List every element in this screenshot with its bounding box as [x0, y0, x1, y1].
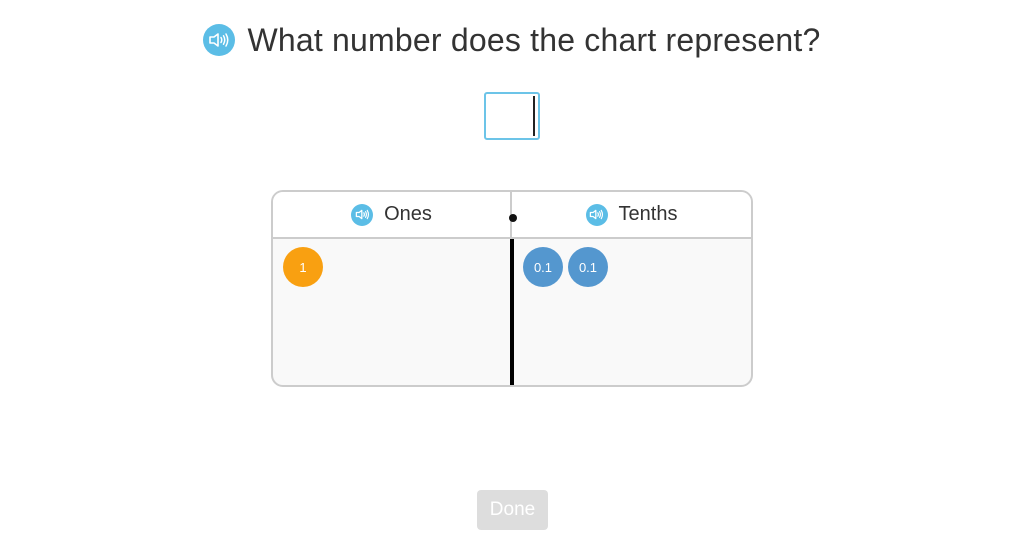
- answer-input[interactable]: [484, 92, 540, 140]
- tenths-speaker-icon[interactable]: [585, 203, 608, 226]
- column-header-tenths: Tenths: [512, 192, 751, 237]
- tenths-token[interactable]: 0.1: [568, 247, 608, 287]
- question-page: What number does the chart represent? On…: [0, 0, 1024, 560]
- column-label-ones: Ones: [384, 203, 432, 225]
- place-value-chart: Ones Tenths 1 0.1 0.1: [271, 190, 753, 387]
- text-caret: [533, 96, 535, 136]
- question-text: What number does the chart represent?: [247, 21, 821, 58]
- ones-token[interactable]: 1: [283, 247, 323, 287]
- question-header: What number does the chart represent?: [0, 18, 1024, 62]
- tenths-token[interactable]: 0.1: [523, 247, 563, 287]
- done-button[interactable]: Done: [477, 490, 548, 530]
- column-label-tenths: Tenths: [618, 203, 678, 225]
- question-speaker-icon[interactable]: [203, 24, 236, 56]
- decimal-divider: [510, 239, 514, 385]
- decimal-point: [509, 214, 517, 222]
- ones-speaker-icon[interactable]: [351, 203, 374, 226]
- column-header-ones: Ones: [273, 192, 512, 237]
